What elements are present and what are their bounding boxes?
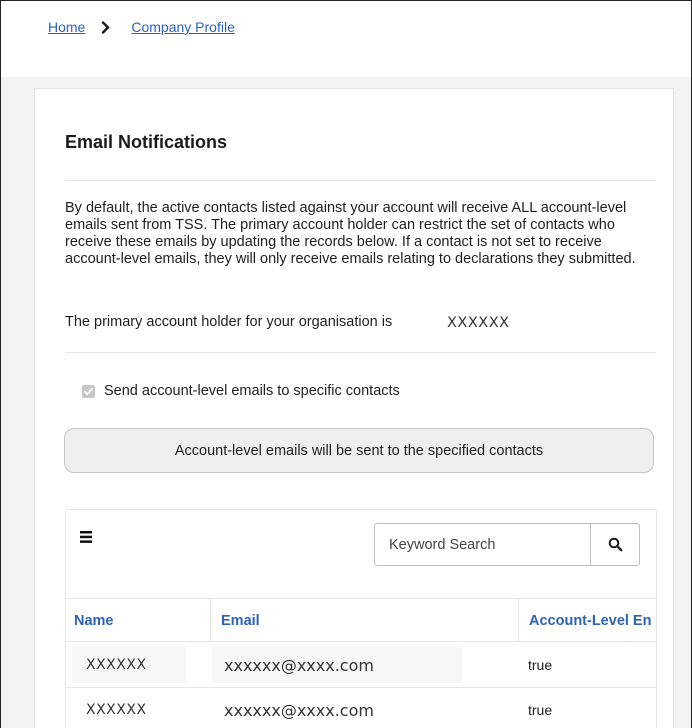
cell-name: XXXXXX	[72, 647, 186, 683]
search-button[interactable]	[590, 524, 639, 565]
primary-holder-value: XXXXXX	[447, 315, 510, 331]
breadcrumb-company-profile-link[interactable]: Company Profile	[131, 19, 235, 35]
table-row[interactable]: XXXXXX xxxxxx@xxxx.com true	[66, 643, 656, 688]
cell-name: XXXXXX	[86, 702, 147, 718]
specific-contacts-checkbox-row[interactable]: Send account-level emails to specific co…	[82, 383, 400, 399]
breadcrumb-home-link[interactable]: Home	[48, 19, 85, 35]
chevron-right-icon	[101, 20, 113, 34]
notice-banner: Account-level emails will be sent to the…	[64, 428, 654, 473]
notice-text: Account-level emails will be sent to the…	[174, 442, 544, 459]
search-icon	[608, 537, 622, 552]
keyword-search	[374, 523, 640, 566]
primary-holder-label: The primary account holder for your orga…	[65, 314, 393, 330]
breadcrumb: Home Company Profile	[48, 19, 235, 35]
description-text: By default, the active contacts listed a…	[65, 200, 636, 267]
column-header-email[interactable]: Email	[210, 599, 518, 642]
page-title: Email Notifications	[65, 132, 228, 152]
cell-account-level: true	[528, 702, 553, 718]
browser-frame: Home Company Profile Email Notifications…	[0, 0, 692, 728]
cell-account-level: true	[528, 657, 553, 673]
column-header-name[interactable]: Name	[74, 599, 210, 642]
divider	[65, 352, 656, 353]
divider	[65, 180, 656, 181]
cell-email: xxxxxx@xxxx.com	[212, 647, 462, 683]
checkbox-checked-icon[interactable]	[82, 384, 95, 398]
hamburger-menu-icon[interactable]	[80, 530, 92, 548]
table-row[interactable]: XXXXXX xxxxxx@xxxx.com true	[66, 688, 656, 728]
table-header: Name Email Account-Level En	[66, 598, 656, 642]
keyword-search-input[interactable]	[375, 524, 590, 565]
cell-email: xxxxxx@xxxx.com	[224, 700, 374, 720]
column-header-account-level[interactable]: Account-Level En	[518, 599, 656, 642]
contacts-table: Name Email Account-Level En XXXXXX xxxxx…	[65, 509, 657, 728]
checkbox-label: Send account-level emails to specific co…	[104, 383, 400, 399]
